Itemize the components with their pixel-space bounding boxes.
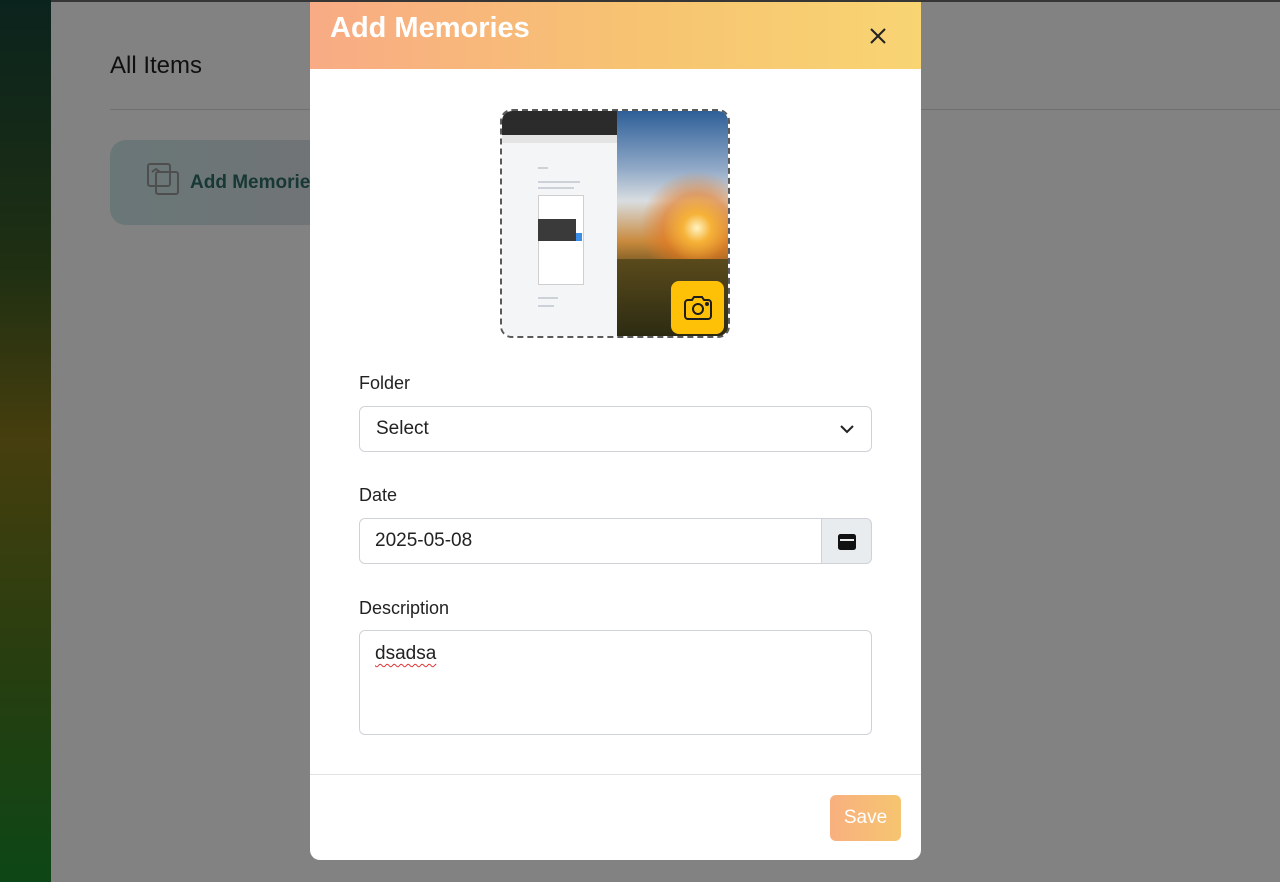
description-textarea[interactable]: dsadsa <box>359 630 872 735</box>
add-memories-modal: Add Memories Folder Select Date 2025-05-… <box>310 2 921 860</box>
folder-label: Folder <box>359 373 411 393</box>
description-text: dsadsa <box>375 643 437 664</box>
date-input[interactable] <box>359 518 821 564</box>
date-label: Date <box>359 485 398 505</box>
photo-preview[interactable] <box>500 109 730 338</box>
date-field-group <box>359 518 872 564</box>
folder-select-value: Select <box>376 418 429 439</box>
upload-photo-button[interactable] <box>671 281 724 334</box>
modal-title: Add Memories <box>330 12 530 44</box>
close-button[interactable] <box>861 19 895 53</box>
preview-screenshot-half <box>502 111 617 336</box>
calendar-icon <box>837 534 856 550</box>
description-label: Description <box>359 598 450 618</box>
save-button[interactable]: Save <box>830 795 901 841</box>
date-picker-button[interactable] <box>821 518 872 564</box>
camera-icon <box>683 295 712 320</box>
close-icon <box>870 27 886 44</box>
chevron-down-icon <box>840 425 854 434</box>
modal-footer-divider <box>310 774 921 775</box>
folder-select[interactable]: Select <box>359 406 872 452</box>
modal-header: Add Memories <box>310 2 921 69</box>
